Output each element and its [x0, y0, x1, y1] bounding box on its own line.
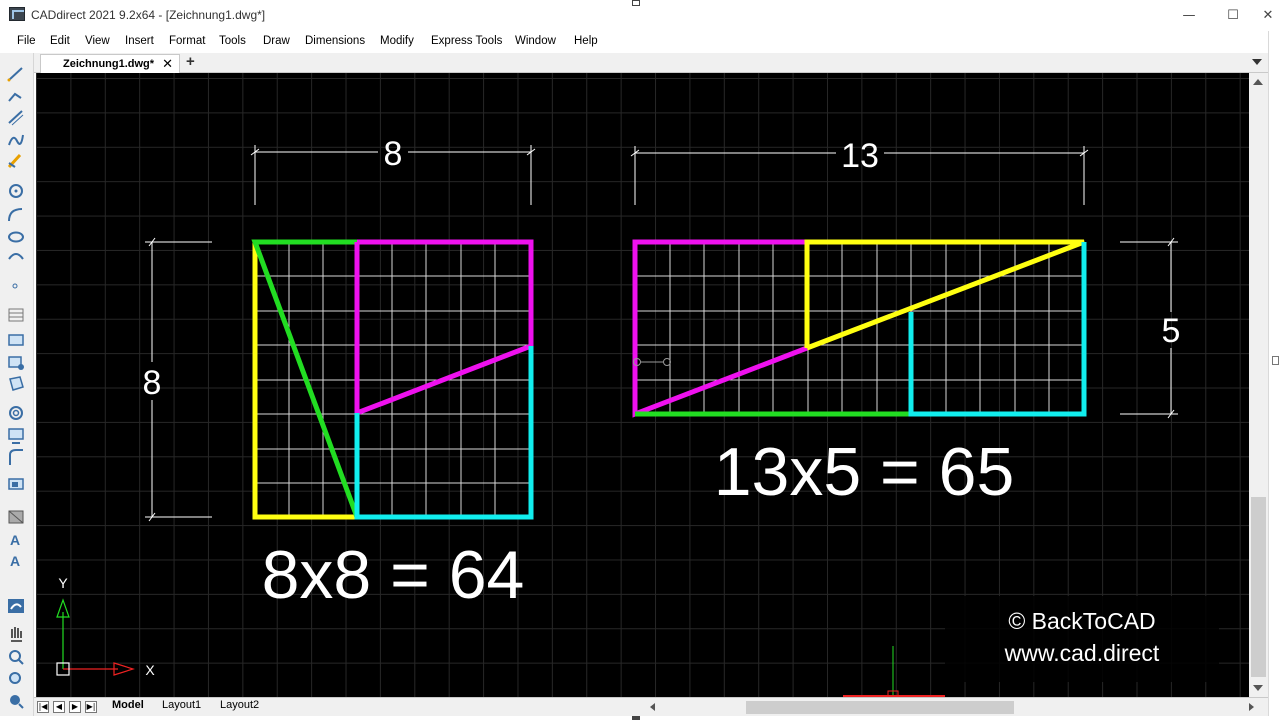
arc-tool-icon[interactable]	[8, 208, 23, 222]
window-bottom-resize-handle[interactable]	[632, 716, 640, 720]
circle-tool-icon[interactable]	[9, 184, 23, 198]
draw-toolbar: A A	[0, 53, 34, 720]
zoom-window-tool-icon[interactable]	[9, 672, 21, 684]
title-bar: CADdirect 2021 9.2x64 - [Zeichnung1.dwg*…	[0, 0, 1280, 31]
menu-dimensions[interactable]: Dimensions	[305, 35, 365, 47]
prev-layout-button[interactable]: ◀	[53, 701, 65, 713]
menu-format[interactable]: Format	[169, 35, 205, 47]
tab-layout1[interactable]: Layout1	[162, 699, 201, 711]
close-button[interactable]: ✕	[1256, 0, 1280, 31]
table-tool-icon[interactable]	[8, 428, 24, 444]
menu-draw[interactable]: Draw	[263, 35, 290, 47]
tab-model[interactable]: Model	[112, 699, 144, 711]
freehand-tool-icon[interactable]	[7, 153, 22, 169]
watermark: © BackToCAD www.cad.direct	[945, 596, 1219, 682]
polyline-tool-icon[interactable]	[8, 92, 22, 102]
text-tool-icon[interactable]: A	[10, 553, 20, 569]
block-tool-icon[interactable]	[8, 478, 24, 490]
menu-bar: File Edit View Insert Format Tools Draw …	[0, 31, 1280, 53]
menu-express-tools[interactable]: Express Tools	[431, 35, 502, 47]
watermark-copyright: © BackToCAD	[1008, 608, 1156, 634]
right-frame-edge	[1268, 31, 1280, 720]
left-square-inner-grid	[255, 242, 531, 517]
right-edge-handle[interactable]	[1272, 356, 1279, 365]
polygon-tool-icon[interactable]	[8, 356, 24, 370]
right-magenta-piece	[632, 239, 808, 418]
right-dim-top-text: 13	[841, 137, 879, 175]
window-top-resize-handle[interactable]	[632, 0, 640, 6]
vertical-scroll-thumb[interactable]	[1251, 497, 1266, 677]
ucs-x-label: X	[145, 662, 155, 678]
gradient-tool-icon[interactable]	[8, 510, 24, 524]
zoom-extents-tool-icon[interactable]	[10, 695, 24, 709]
menu-view[interactable]: View	[85, 35, 110, 47]
menu-modify[interactable]: Modify	[380, 35, 414, 47]
menu-help[interactable]: Help	[574, 35, 598, 47]
menu-window[interactable]: Window	[515, 35, 556, 47]
watermark-url: www.cad.direct	[1004, 640, 1160, 666]
horizontal-scroll-thumb[interactable]	[746, 701, 1014, 714]
menu-edit[interactable]: Edit	[50, 35, 70, 47]
grip-marker[interactable]	[633, 358, 671, 366]
pan-tool-icon[interactable]	[11, 627, 22, 642]
hatch-tool-icon[interactable]	[8, 308, 24, 322]
line-tool-icon[interactable]	[7, 67, 23, 82]
menu-file[interactable]: File	[17, 35, 36, 47]
tab-zeichnung1[interactable]: Zeichnung1.dwg* ✕	[40, 54, 180, 73]
toolbar-icons: A A	[7, 67, 24, 709]
tab-label: Zeichnung1.dwg*	[63, 58, 155, 70]
menu-insert[interactable]: Insert	[125, 35, 154, 47]
left-cyan-piece	[354, 346, 534, 520]
bottom-frame-edge	[0, 716, 1280, 720]
layout-tab-bar: |◀ ◀ ▶ ▶| Model Layout1 Layout2	[34, 697, 1268, 716]
window-title: CADdirect 2021 9.2x64 - [Zeichnung1.dwg*…	[31, 8, 266, 22]
menu-tools[interactable]: Tools	[219, 35, 246, 47]
next-layout-button[interactable]: ▶	[69, 701, 81, 713]
zoom-tool-icon[interactable]	[9, 650, 24, 665]
scroll-down-arrow-icon[interactable]	[1253, 685, 1263, 691]
ellipse-tool-icon[interactable]	[8, 231, 24, 243]
scroll-left-arrow-icon[interactable]	[650, 703, 655, 711]
horizontal-scrollbar[interactable]	[646, 700, 1258, 715]
left-magenta-piece	[354, 239, 534, 417]
cursor-crosshair	[843, 646, 945, 697]
scroll-up-arrow-icon[interactable]	[1253, 79, 1263, 85]
tab-layout2[interactable]: Layout2	[220, 699, 259, 711]
left-caption: 8x8 = 64	[262, 537, 525, 613]
svg-text:A: A	[10, 532, 20, 548]
minimize-button[interactable]: —	[1166, 0, 1212, 31]
svg-text:A: A	[10, 553, 20, 569]
first-layout-button[interactable]: |◀	[37, 701, 49, 713]
left-dim-top-text: 8	[384, 135, 403, 173]
new-tab-button[interactable]: +	[186, 53, 195, 70]
last-layout-button[interactable]: ▶|	[85, 701, 97, 713]
right-caption: 13x5 = 65	[714, 434, 1015, 510]
app-icon	[9, 7, 25, 21]
mtext-tool-icon[interactable]: A	[10, 532, 20, 548]
spline-tool-icon[interactable]	[8, 134, 24, 146]
multiline-tool-icon[interactable]	[8, 110, 24, 126]
ellipse-arc-tool-icon[interactable]	[8, 253, 24, 260]
scroll-right-arrow-icon[interactable]	[1249, 703, 1254, 711]
maximize-button[interactable]: ☐	[1210, 0, 1256, 31]
region-tool-icon[interactable]	[9, 376, 24, 391]
document-tab-bar: Zeichnung1.dwg* ✕ +	[34, 53, 1268, 73]
ucs-y-label: Y	[58, 575, 68, 591]
left-dim-left-text: 8	[143, 364, 162, 402]
rectangle-tool-icon[interactable]	[8, 334, 24, 346]
undo-tool-icon[interactable]	[8, 599, 24, 613]
right-dim-right-text: 5	[1162, 312, 1181, 350]
tab-list-dropdown-icon[interactable]	[1252, 59, 1262, 65]
ucs-icon	[56, 598, 135, 676]
point-tool-icon[interactable]	[12, 283, 18, 289]
donut-tool-icon[interactable]	[9, 406, 23, 420]
right-cyan-piece	[908, 242, 1087, 417]
fillet-tool-icon[interactable]	[9, 449, 23, 465]
tab-close-icon[interactable]: ✕	[162, 56, 173, 72]
